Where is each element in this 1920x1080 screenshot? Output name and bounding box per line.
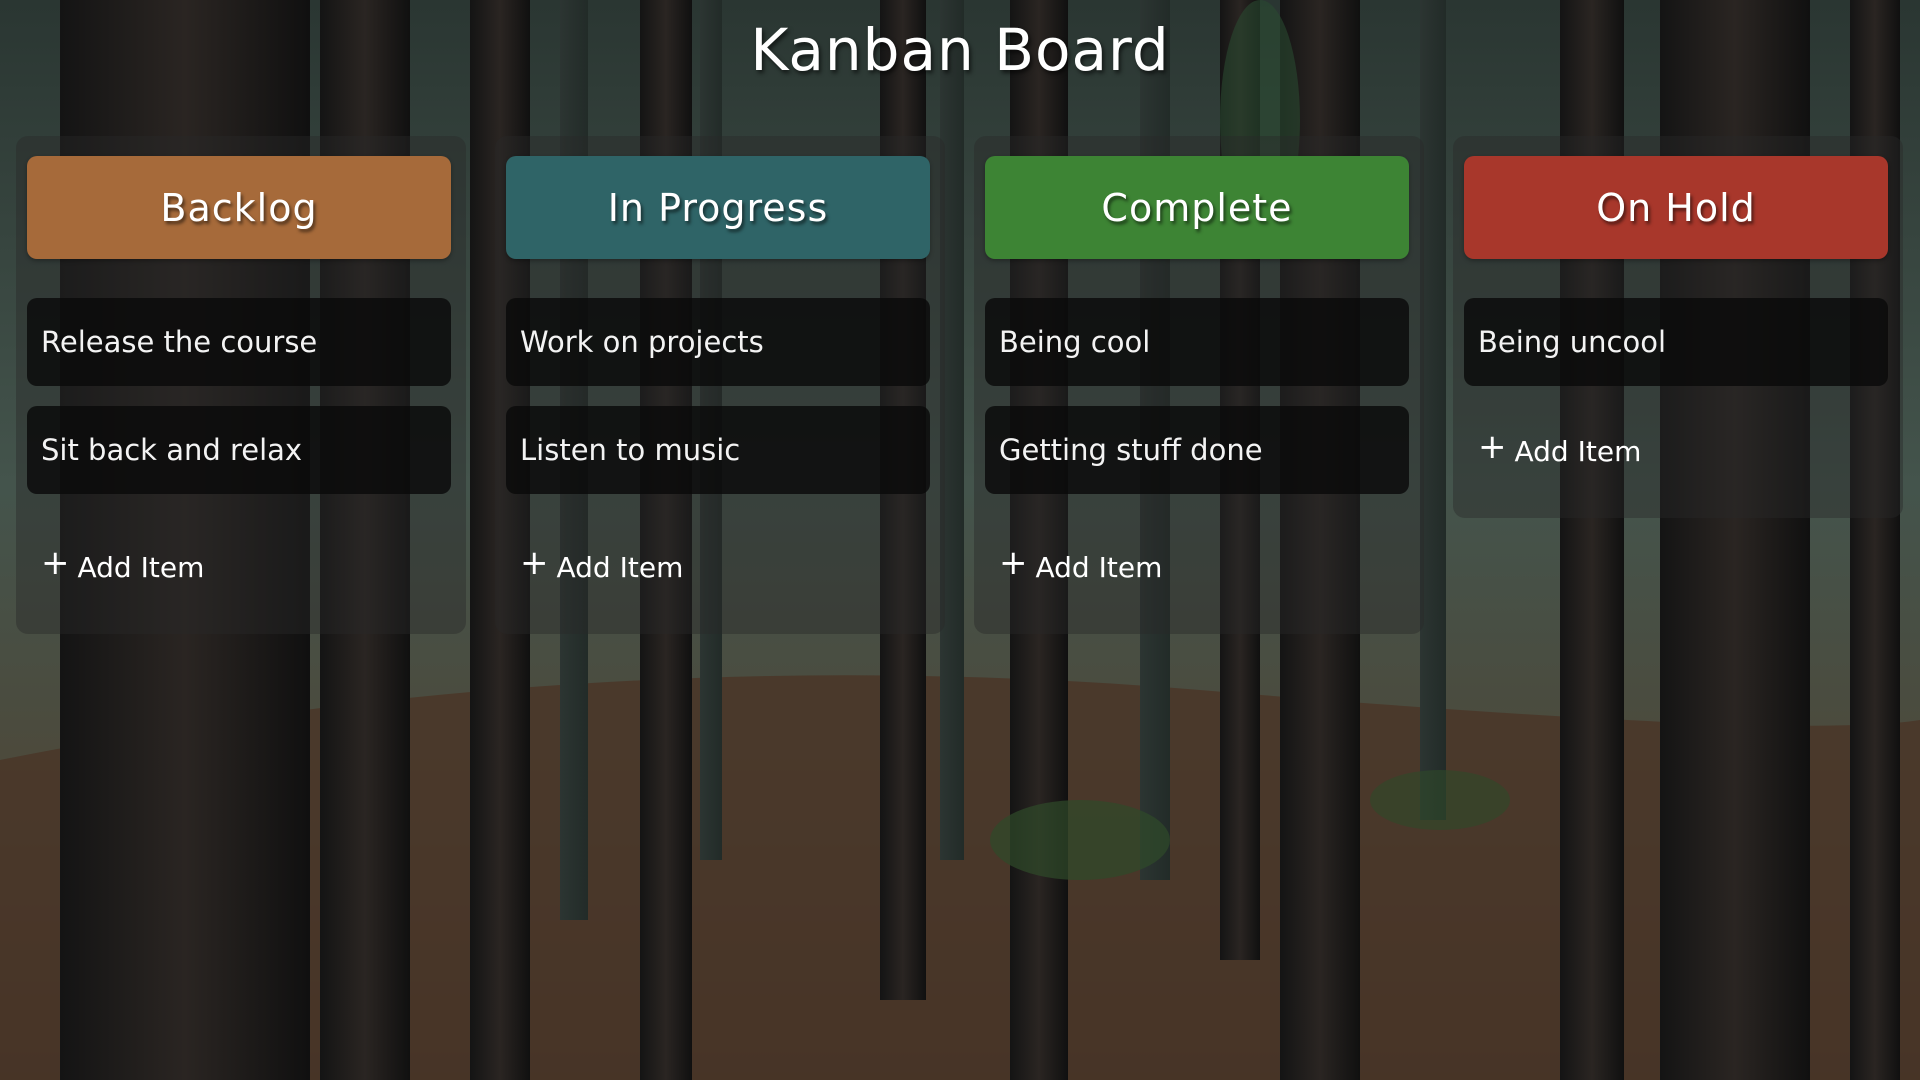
column-on-hold: On Hold Being uncool + Add Item [1453, 136, 1903, 518]
add-item-button[interactable]: + Add Item [520, 546, 684, 584]
card[interactable]: Getting stuff done [985, 406, 1409, 494]
add-item-label: Add Item [77, 550, 205, 584]
card[interactable]: Work on projects [506, 298, 930, 386]
card[interactable]: Release the course [27, 298, 451, 386]
add-item-label: Add Item [1035, 550, 1163, 584]
card[interactable]: Being cool [985, 298, 1409, 386]
plus-icon: + [999, 543, 1028, 583]
column-header-backlog[interactable]: Backlog [27, 156, 451, 259]
card[interactable]: Sit back and relax [27, 406, 451, 494]
plus-icon: + [520, 543, 549, 583]
column-in-progress: In Progress Work on projects Listen to m… [495, 136, 945, 634]
column-backlog: Backlog Release the course Sit back and … [16, 136, 466, 634]
card[interactable]: Being uncool [1464, 298, 1888, 386]
add-item-button[interactable]: + Add Item [1478, 430, 1642, 468]
plus-icon: + [41, 543, 70, 583]
plus-icon: + [1478, 427, 1507, 467]
add-item-label: Add Item [556, 550, 684, 584]
add-item-button[interactable]: + Add Item [41, 546, 205, 584]
add-item-label: Add Item [1514, 434, 1642, 468]
column-complete: Complete Being cool Getting stuff done +… [974, 136, 1424, 634]
column-header-on-hold[interactable]: On Hold [1464, 156, 1888, 259]
page-title: Kanban Board [750, 16, 1170, 84]
column-header-complete[interactable]: Complete [985, 156, 1409, 259]
add-item-button[interactable]: + Add Item [999, 546, 1163, 584]
column-header-in-progress[interactable]: In Progress [506, 156, 930, 259]
card[interactable]: Listen to music [506, 406, 930, 494]
